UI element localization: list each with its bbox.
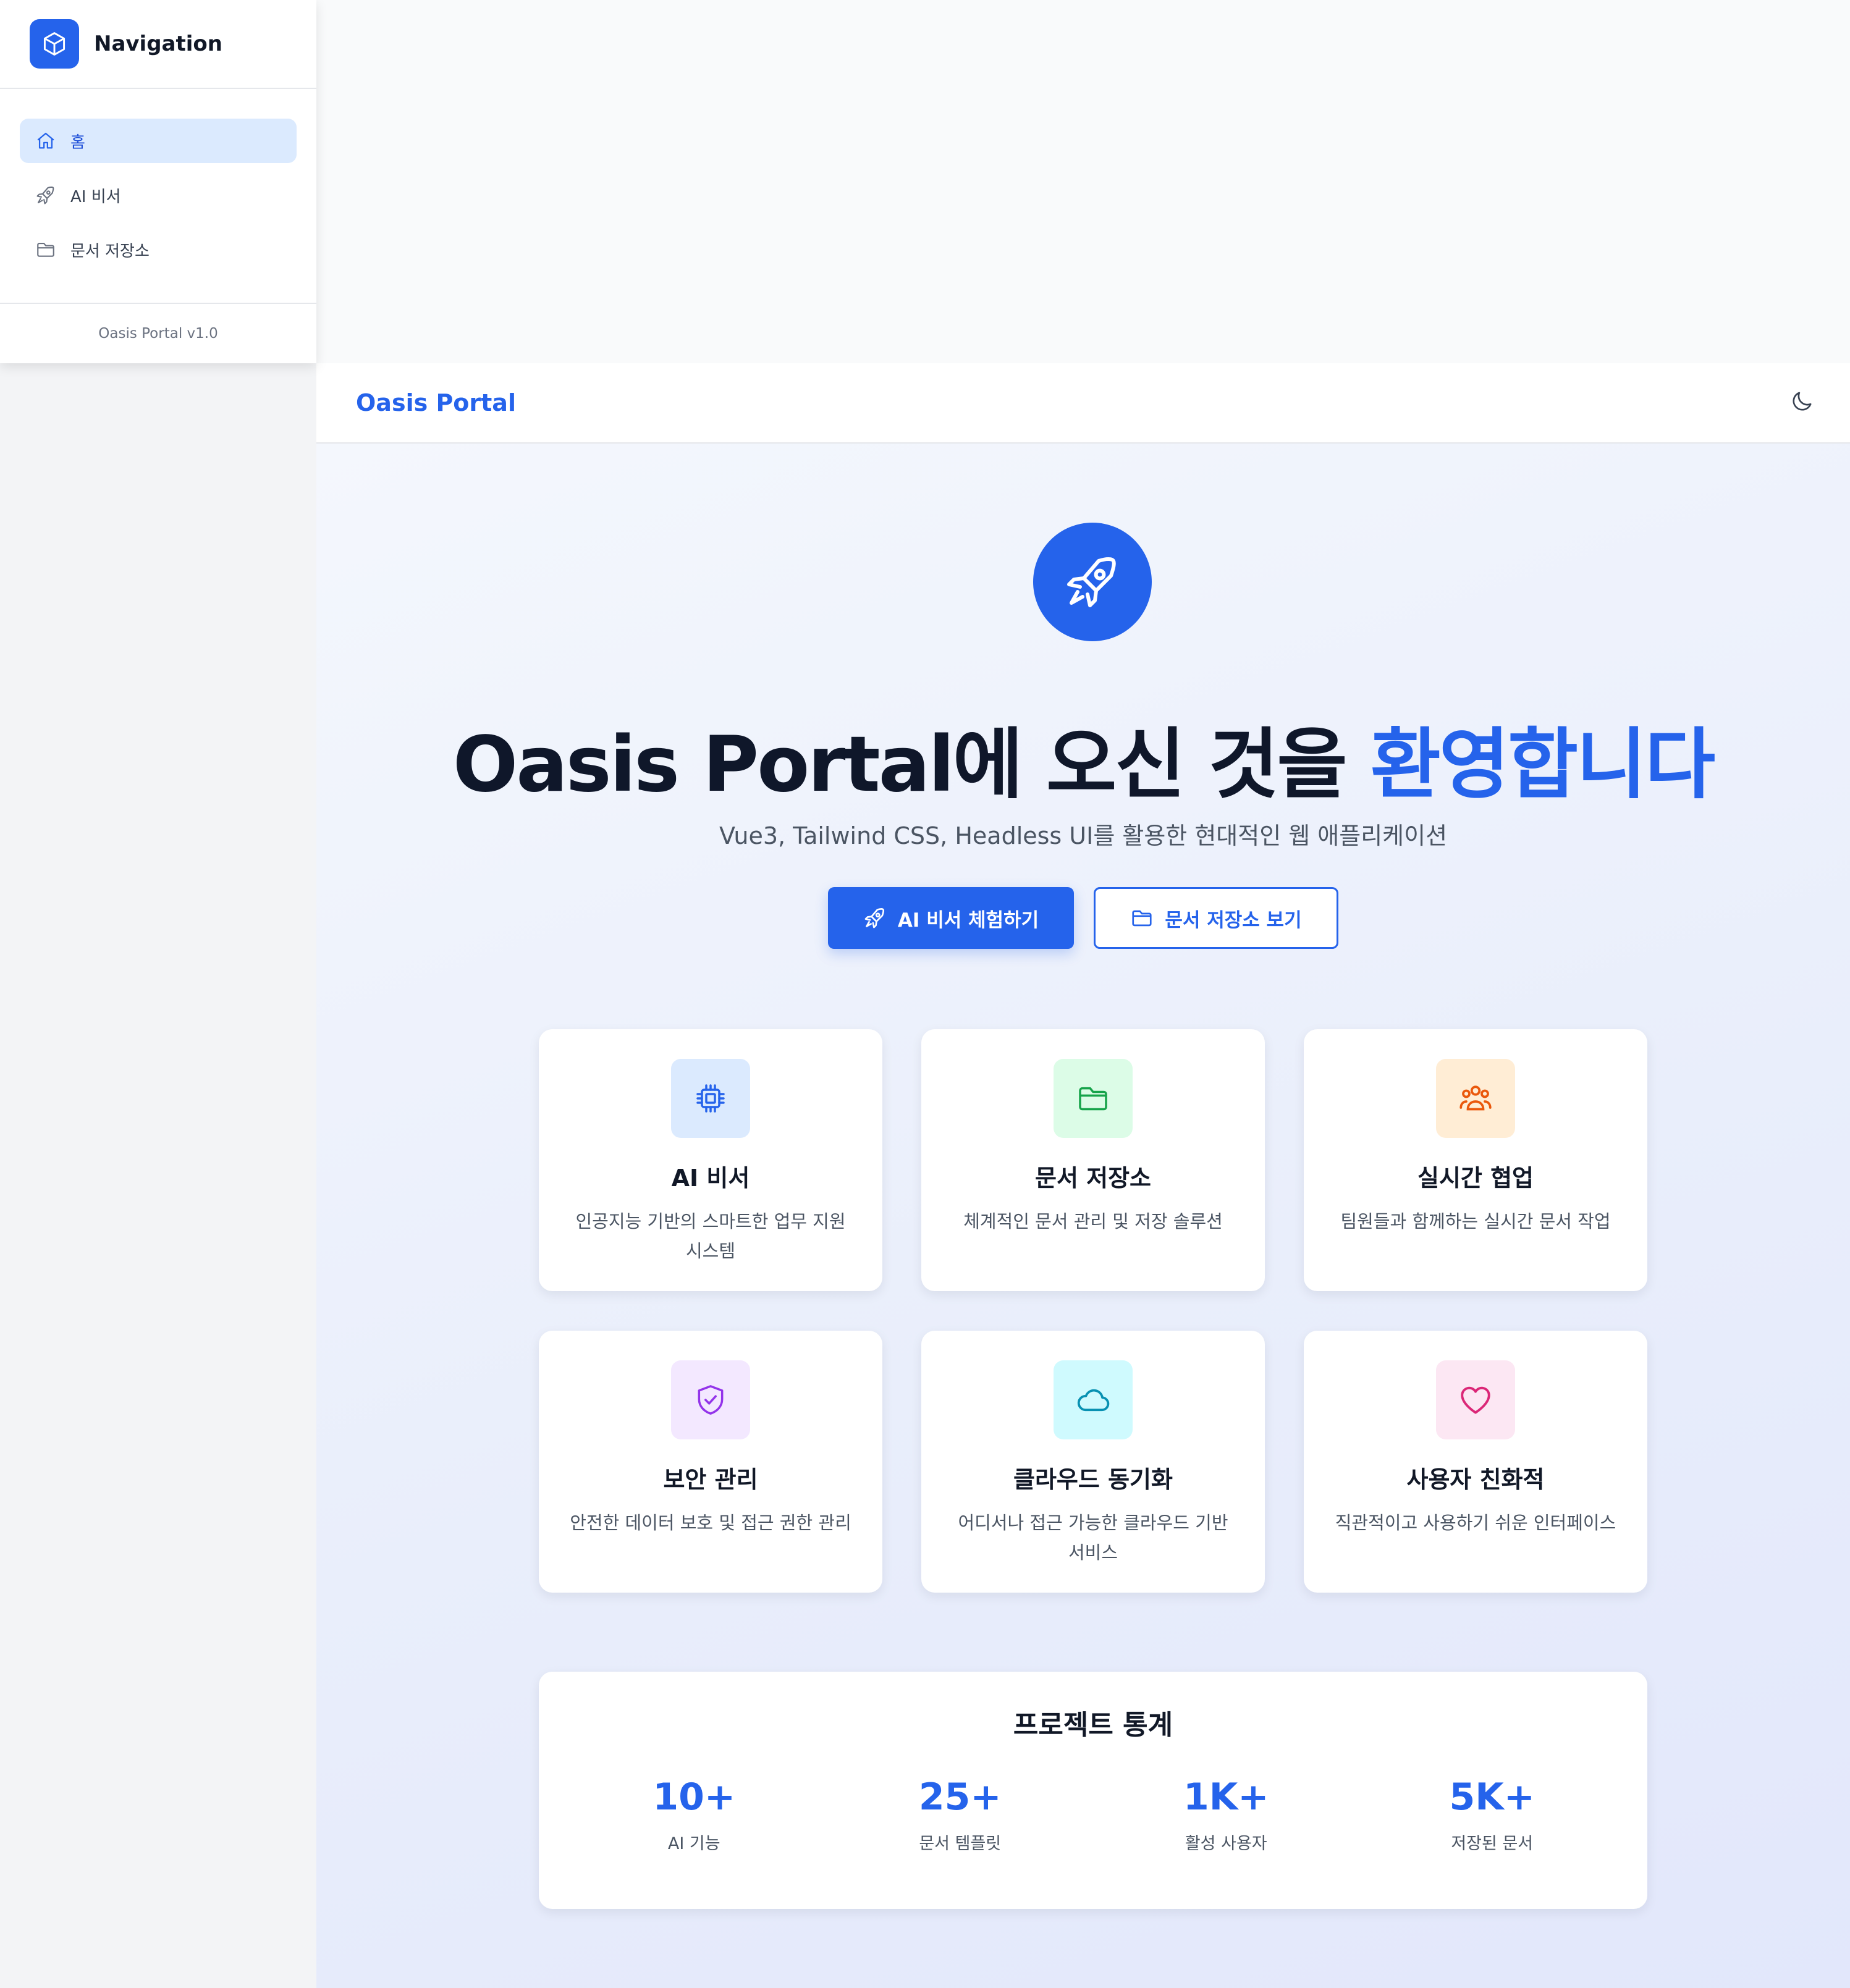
feature-desc: 직관적이고 사용하기 쉬운 인터페이스 (1335, 1512, 1616, 1533)
feature-card: 실시간 협업 팀원들과 함께하는 실시간 문서 작업 (1304, 1029, 1647, 1291)
feature-desc: 어디서나 접근 가능한 클라우드 기반 서비스 (958, 1512, 1228, 1563)
feature-card: 클라우드 동기화 어디서나 접근 가능한 클라우드 기반 서비스 (921, 1331, 1265, 1593)
stat-label: 활성 사용자 (1185, 1834, 1267, 1853)
feature-desc: 체계적인 문서 관리 및 저장 솔루션 (963, 1211, 1223, 1232)
cloud-icon (1054, 1360, 1133, 1439)
feature-title: 사용자 친화적 (1406, 1466, 1545, 1493)
stat-item: 5K+ 저장된 문서 (1359, 1775, 1626, 1854)
main-content: Oasis Portal에 오신 것을 환영합니다 Vue3, Tailwind… (316, 444, 1850, 1988)
sidebar-item-label: 문서 저장소 (70, 242, 150, 261)
stat-value: 1K+ (1183, 1775, 1269, 1819)
stat-item: 1K+ 활성 사용자 (1093, 1775, 1359, 1854)
feature-card: 사용자 친화적 직관적이고 사용하기 쉬운 인터페이스 (1304, 1331, 1647, 1593)
feature-card: 보안 관리 안전한 데이터 보호 및 접근 권한 관리 (539, 1331, 882, 1593)
feature-card: 문서 저장소 체계적인 문서 관리 및 저장 솔루션 (921, 1029, 1265, 1291)
hero-actions: AI 비서 체험하기 문서 저장소 보기 (316, 887, 1850, 949)
sidebar-item-label: AI 비서 (70, 187, 121, 206)
cube-icon (30, 19, 79, 69)
stats-row: 10+ AI 기능 25+ 문서 템플릿 1K+ 활성 사용자 5K+ 저장된 … (539, 1775, 1647, 1854)
sidebar-header: Navigation (0, 0, 316, 89)
stats-title: 프로젝트 통계 (1013, 1709, 1173, 1741)
try-ai-assistant-button[interactable]: AI 비서 체험하기 (828, 887, 1074, 949)
view-documents-label: 문서 저장소 보기 (1165, 909, 1302, 932)
project-stats: 프로젝트 통계 10+ AI 기능 25+ 문서 템플릿 1K+ 활성 사용자 … (539, 1672, 1647, 1909)
hero-title: Oasis Portal에 오신 것을 환영합니다 (316, 702, 1850, 813)
feature-desc: 인공지능 기반의 스마트한 업무 지원 시스템 (575, 1211, 846, 1261)
top-header: Oasis Portal (316, 363, 1850, 444)
view-documents-button[interactable]: 문서 저장소 보기 (1094, 887, 1338, 949)
stat-label: AI 기능 (667, 1834, 720, 1853)
stat-label: 문서 템플릿 (919, 1834, 1002, 1853)
feature-title: 클라우드 동기화 (1013, 1466, 1173, 1493)
folder-icon (1054, 1059, 1133, 1138)
sidebar-footer: Oasis Portal v1.0 (0, 303, 316, 363)
feature-title: 보안 관리 (663, 1466, 758, 1493)
stat-item: 25+ 문서 템플릿 (827, 1775, 1094, 1854)
rocket-icon (863, 906, 887, 930)
feature-title: AI 비서 (671, 1165, 750, 1192)
moon-icon (1789, 389, 1814, 416)
sidebar-item-label: 홈 (70, 133, 85, 152)
sidebar-nav: 홈 AI 비서 문서 저장소 (0, 89, 316, 303)
hero-title-main: Oasis Portal에 오신 것을 (452, 720, 1371, 809)
hero-subtitle: Vue3, Tailwind CSS, Headless UI를 활용한 현대적… (719, 822, 1448, 849)
rocket-icon (33, 183, 58, 208)
app-root: Navigation 홈 AI 비서 문서 저장소 Oasis Portal v… (0, 0, 1850, 1988)
main-top-blank (316, 0, 1850, 363)
chip-icon (671, 1059, 750, 1138)
brand-title[interactable]: Oasis Portal (356, 389, 516, 416)
sidebar: Navigation 홈 AI 비서 문서 저장소 Oasis Portal v… (0, 0, 316, 363)
sidebar-item-ai-assistant[interactable]: AI 비서 (20, 173, 297, 217)
rocket-icon (1033, 523, 1152, 641)
feature-title: 문서 저장소 (1034, 1165, 1152, 1192)
users-icon (1436, 1059, 1515, 1138)
sidebar-item-documents[interactable]: 문서 저장소 (20, 227, 297, 272)
feature-card: AI 비서 인공지능 기반의 스마트한 업무 지원 시스템 (539, 1029, 882, 1291)
stat-value: 25+ (918, 1775, 1002, 1819)
stat-value: 5K+ (1449, 1775, 1535, 1819)
shield-check-icon (671, 1360, 750, 1439)
heart-icon (1436, 1360, 1515, 1439)
feature-grid: AI 비서 인공지능 기반의 스마트한 업무 지원 시스템 문서 저장소 체계적… (539, 1029, 1647, 1593)
feature-desc: 팀원들과 함께하는 실시간 문서 작업 (1340, 1211, 1611, 1232)
try-ai-assistant-label: AI 비서 체험하기 (897, 909, 1039, 932)
stat-label: 저장된 문서 (1451, 1834, 1534, 1853)
folder-icon (33, 237, 58, 262)
stat-value: 10+ (653, 1775, 736, 1819)
feature-desc: 안전한 데이터 보호 및 접근 권한 관리 (570, 1512, 851, 1533)
stat-item: 10+ AI 기능 (561, 1775, 827, 1854)
theme-toggle-button[interactable] (1783, 384, 1820, 421)
sidebar-item-home[interactable]: 홈 (20, 119, 297, 163)
feature-title: 실시간 협업 (1417, 1165, 1534, 1192)
hero-title-accent: 환영합니다 (1370, 720, 1715, 809)
home-icon (33, 128, 58, 153)
folder-icon (1130, 906, 1154, 930)
sidebar-title: Navigation (94, 32, 222, 56)
